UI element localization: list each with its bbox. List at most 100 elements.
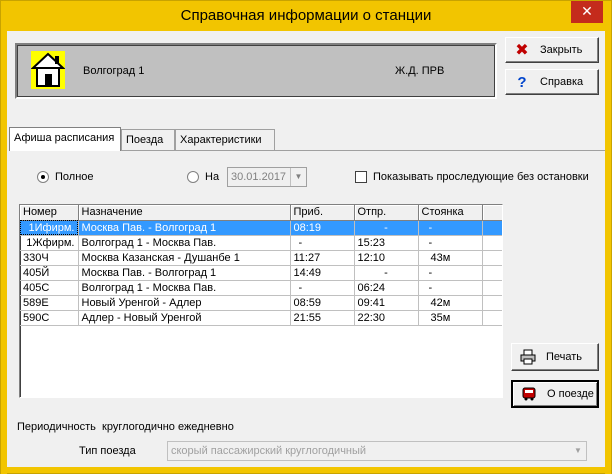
train-info-button-label: О поезде bbox=[547, 388, 594, 400]
window-frame-right bbox=[605, 31, 611, 474]
house-icon bbox=[31, 51, 65, 89]
cell-number: 1Жфирм. bbox=[20, 235, 79, 251]
window-title: Справочная информации о станции bbox=[180, 7, 432, 24]
table-row[interactable]: 330Ч Москва Казанская - Душанбе 1 11:27 … bbox=[20, 250, 502, 266]
column-header-number[interactable]: Номер bbox=[20, 205, 79, 221]
train-type-value: скорый пассажирский круглогодичный bbox=[171, 445, 367, 457]
column-header-departure[interactable]: Отпр. bbox=[354, 205, 419, 221]
train-info-button[interactable]: О поезде bbox=[511, 380, 599, 408]
cell-number: 405С bbox=[20, 280, 79, 296]
radio-full[interactable]: Полное bbox=[37, 171, 94, 183]
window-close-icon[interactable]: ✕ bbox=[571, 1, 603, 23]
cell-filler bbox=[482, 295, 502, 311]
cell-departure: 12:10 bbox=[354, 250, 419, 266]
cell-arrival: 08:19 bbox=[290, 220, 355, 236]
date-value: 30.01.2017 bbox=[231, 171, 287, 183]
cell-stop: 42м bbox=[418, 295, 483, 311]
station-info-window: Справочная информации о станции ✕ Волгог… bbox=[0, 0, 612, 474]
title-bar[interactable]: Справочная информации о станции bbox=[1, 1, 611, 31]
cell-filler bbox=[482, 265, 502, 281]
cell-departure: - bbox=[354, 265, 419, 281]
radio-full-dot bbox=[37, 171, 49, 183]
cell-destination: Москва Пав. - Волгоград 1 bbox=[78, 220, 291, 236]
cell-departure: 06:24 bbox=[354, 280, 419, 296]
cell-arrival: 14:49 bbox=[290, 265, 355, 281]
cell-filler bbox=[482, 220, 502, 236]
tab-schedule[interactable]: Афиша расписания bbox=[9, 127, 121, 151]
close-button-label: Закрыть bbox=[540, 44, 583, 56]
window-frame-bottom bbox=[1, 467, 611, 473]
cell-filler bbox=[482, 310, 502, 326]
column-header-stop[interactable]: Стоянка bbox=[418, 205, 483, 221]
cell-departure: - bbox=[354, 220, 419, 236]
cell-arrival: 08:59 bbox=[290, 295, 355, 311]
cell-stop: 35м bbox=[418, 310, 483, 326]
periodicity-text: Периодичность круглогодично ежедневно bbox=[17, 421, 234, 433]
print-button[interactable]: Печать bbox=[511, 343, 599, 371]
tab-characteristics[interactable]: Характеристики bbox=[175, 129, 275, 151]
cell-destination: Адлер - Новый Уренгой bbox=[78, 310, 291, 326]
cell-departure: 22:30 bbox=[354, 310, 419, 326]
tab-trains[interactable]: Поезда bbox=[121, 129, 175, 151]
cell-number: 330Ч bbox=[20, 250, 79, 266]
cell-arrival: 21:55 bbox=[290, 310, 355, 326]
cell-filler bbox=[482, 280, 502, 296]
cell-number: 589Е bbox=[20, 295, 79, 311]
table-row[interactable]: 1Ифирм. Москва Пав. - Волгоград 1 08:19 … bbox=[20, 220, 502, 236]
station-panel: Волгоград 1 Ж.Д. ПРВ bbox=[15, 43, 497, 99]
column-header-destination[interactable]: Назначение bbox=[78, 205, 291, 221]
close-button[interactable]: ✖ Закрыть bbox=[505, 37, 599, 63]
column-header-arrival[interactable]: Приб. bbox=[290, 205, 355, 221]
table-header-row: Номер Назначение Приб. Отпр. Стоянка bbox=[20, 205, 502, 221]
table-row[interactable]: 405Й Москва Пав. - Волгоград 1 14:49 - - bbox=[20, 265, 502, 281]
table-row[interactable]: 589Е Новый Уренгой - Адлер 08:59 09:41 4… bbox=[20, 295, 502, 311]
station-railway: Ж.Д. ПРВ bbox=[395, 65, 445, 77]
cell-number: 590С bbox=[20, 310, 79, 326]
cell-stop: - bbox=[418, 235, 483, 251]
cell-filler bbox=[482, 235, 502, 251]
red-x-icon: ✖ bbox=[515, 42, 529, 59]
cell-departure: 09:41 bbox=[354, 295, 419, 311]
cell-number: 1Ифирм. bbox=[20, 220, 79, 236]
cell-number: 405Й bbox=[20, 265, 79, 281]
print-button-label: Печать bbox=[546, 351, 583, 363]
station-name: Волгоград 1 bbox=[83, 65, 145, 77]
show-passing-checkbox[interactable]: Показывать проследующие без остановки bbox=[355, 171, 589, 183]
cell-filler bbox=[482, 250, 502, 266]
train-type-select[interactable]: скорый пассажирский круглогодичный ▼ bbox=[167, 441, 587, 461]
cell-stop: - bbox=[418, 280, 483, 296]
train-type-label: Тип поезда bbox=[79, 445, 136, 457]
help-button-label: Справка bbox=[540, 76, 584, 88]
cell-arrival: - bbox=[290, 280, 355, 296]
help-button[interactable]: ? Справка bbox=[505, 69, 599, 95]
table-row[interactable]: 590С Адлер - Новый Уренгой 21:55 22:30 3… bbox=[20, 310, 502, 326]
cell-destination: Москва Пав. - Волгоград 1 bbox=[78, 265, 291, 281]
window-frame-left bbox=[1, 31, 7, 474]
radio-on-date[interactable]: На bbox=[187, 171, 219, 183]
table-row[interactable]: 1Жфирм. Волгоград 1 - Москва Пав. - 15:2… bbox=[20, 235, 502, 251]
cell-destination: Волгоград 1 - Москва Пав. bbox=[78, 280, 291, 296]
radio-on-date-dot bbox=[187, 171, 199, 183]
cell-arrival: 11:27 bbox=[290, 250, 355, 266]
cell-stop: - bbox=[418, 220, 483, 236]
cell-stop: - bbox=[418, 265, 483, 281]
question-icon: ? bbox=[517, 73, 527, 91]
train-icon bbox=[522, 387, 536, 401]
show-passing-label: Показывать проследующие без остановки bbox=[373, 171, 589, 183]
cell-destination: Новый Уренгой - Адлер bbox=[78, 295, 291, 311]
radio-full-label: Полное bbox=[55, 171, 94, 183]
table-row[interactable]: 405С Волгоград 1 - Москва Пав. - 06:24 - bbox=[20, 280, 502, 296]
radio-on-date-label: На bbox=[205, 171, 220, 183]
cell-destination: Москва Казанская - Душанбе 1 bbox=[78, 250, 291, 266]
show-passing-box bbox=[355, 171, 367, 183]
column-header-filler bbox=[482, 205, 502, 221]
chevron-down-icon[interactable]: ▼ bbox=[290, 168, 306, 186]
chevron-down-icon[interactable]: ▼ bbox=[570, 442, 586, 460]
date-field[interactable]: 30.01.2017 ▼ bbox=[227, 167, 307, 187]
cell-departure: 15:23 bbox=[354, 235, 419, 251]
printer-icon bbox=[520, 349, 536, 365]
cell-stop: 43м bbox=[418, 250, 483, 266]
cell-destination: Волгоград 1 - Москва Пав. bbox=[78, 235, 291, 251]
schedule-table[interactable]: Номер Назначение Приб. Отпр. Стоянка 1Иф… bbox=[19, 204, 503, 398]
cell-arrival: - bbox=[290, 235, 355, 251]
